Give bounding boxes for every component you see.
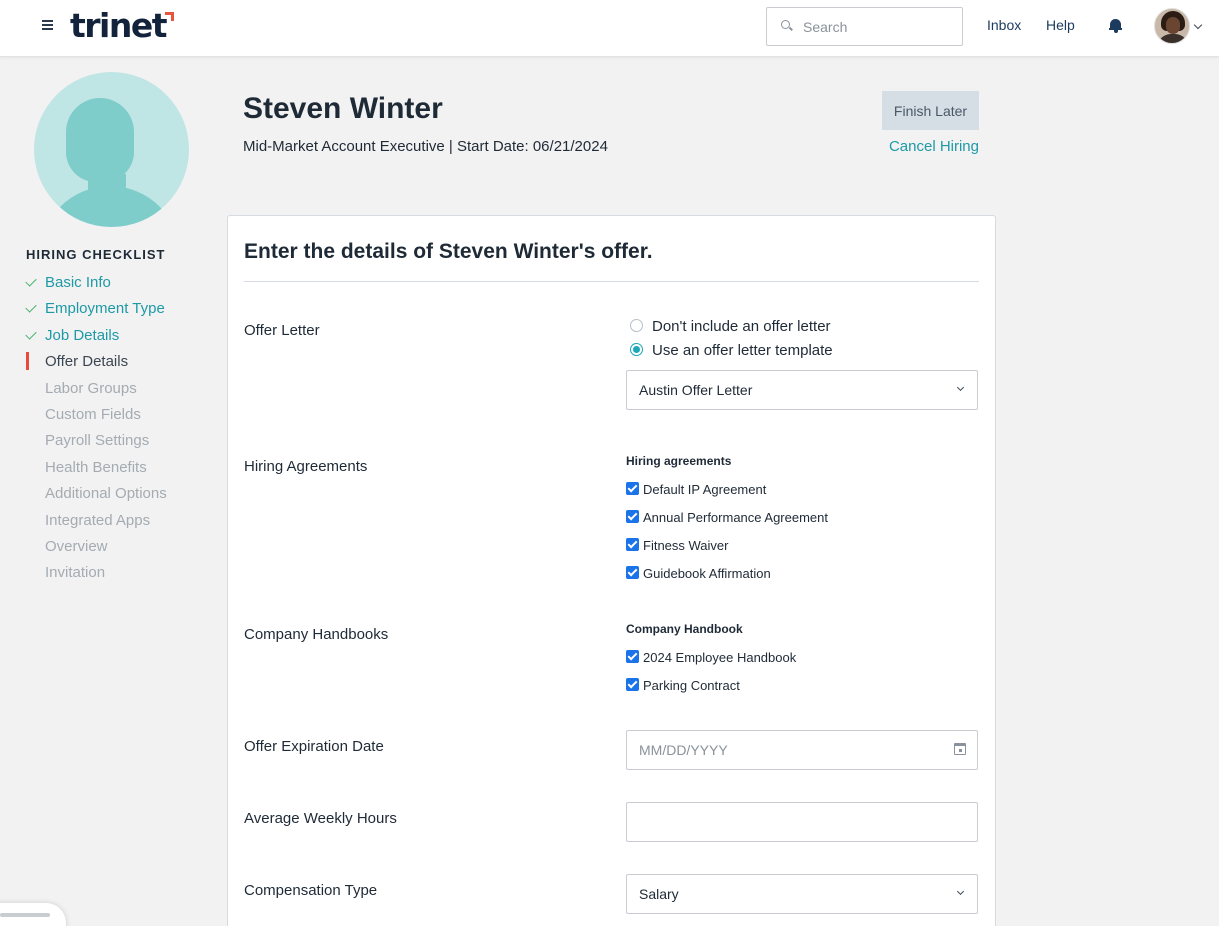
company-handbook-group-title: Company Handbook xyxy=(626,622,743,636)
checklist-item-label: Integrated Apps xyxy=(45,511,151,529)
checklist-item-label: Overview xyxy=(45,537,108,555)
chevron-down-icon xyxy=(956,887,965,896)
hiring-checklist: Basic Info Employment Type Job Details Offe… xyxy=(25,272,167,589)
select-value: Salary xyxy=(639,886,679,902)
chevron-down-icon xyxy=(956,383,965,392)
checkbox-guidebook-affirmation[interactable] xyxy=(626,566,639,579)
checklist-item-health-benefits[interactable]: Health Benefits xyxy=(26,457,167,483)
employee-subtitle: Mid-Market Account Executive | Start Dat… xyxy=(243,138,608,155)
checklist-item-payroll-settings[interactable]: Payroll Settings xyxy=(26,430,167,456)
checkbox-label[interactable]: Guidebook Affirmation xyxy=(643,566,771,581)
chevron-down-icon[interactable] xyxy=(1193,20,1203,30)
checklist-item-labor-groups[interactable]: Labor Groups xyxy=(26,378,167,404)
checklist-item-additional-options[interactable]: Additional Options xyxy=(26,483,167,509)
employee-name: Steven Winter xyxy=(243,92,443,125)
hamburger-menu-icon[interactable] xyxy=(42,16,58,36)
checkmark-icon xyxy=(25,328,37,340)
checklist-item-offer-details[interactable]: Offer Details xyxy=(26,351,167,377)
card-title: Enter the details of Steven Winter's off… xyxy=(244,240,653,263)
checklist-item-label: Basic Info xyxy=(45,274,111,291)
checklist-item-integrated-apps[interactable]: Integrated Apps xyxy=(26,510,167,536)
checklist-item-label: Additional Options xyxy=(45,485,167,503)
checklist-item-label: Employment Type xyxy=(45,300,165,318)
search-input[interactable] xyxy=(803,16,953,38)
offer-expiration-label: Offer Expiration Date xyxy=(244,738,384,755)
collapsed-panel-handle[interactable] xyxy=(0,903,66,926)
hiring-agreements-group-title: Hiring agreements xyxy=(626,454,732,468)
search-icon xyxy=(781,20,790,29)
checkmark-icon xyxy=(25,275,37,287)
offer-details-card: Enter the details of Steven Winter's off… xyxy=(227,215,996,926)
search-box[interactable] xyxy=(766,7,963,46)
checkbox-label[interactable]: Fitness Waiver xyxy=(643,538,728,553)
checkbox-label[interactable]: 2024 Employee Handbook xyxy=(643,650,796,665)
profile-placeholder-image xyxy=(34,72,189,227)
checkbox-label[interactable]: Parking Contract xyxy=(643,678,740,693)
checklist-item-label: Job Details xyxy=(45,326,120,344)
hiring-checklist-title: HIRING CHECKLIST xyxy=(26,247,166,262)
radio-use-template[interactable] xyxy=(630,343,643,356)
checkbox-label[interactable]: Annual Performance Agreement xyxy=(643,510,828,525)
checklist-item-label: Invitation xyxy=(45,564,106,582)
checklist-item-employment-type[interactable]: Employment Type xyxy=(25,298,167,324)
checkbox-annual-performance[interactable] xyxy=(626,510,639,523)
radio-use-template-label[interactable]: Use an offer letter template xyxy=(652,342,833,359)
inbox-link[interactable]: Inbox xyxy=(987,17,1021,33)
checkbox-default-ip[interactable] xyxy=(626,482,639,495)
checklist-item-label: Payroll Settings xyxy=(45,432,150,450)
weekly-hours-input[interactable] xyxy=(626,802,978,842)
radio-no-offer-letter-label[interactable]: Don't include an offer letter xyxy=(652,318,831,335)
checkbox-parking-contract[interactable] xyxy=(626,678,639,691)
checkbox-employee-handbook[interactable] xyxy=(626,650,639,663)
top-navigation-bar: trinet Inbox Help xyxy=(0,0,1219,57)
checkmark-icon xyxy=(25,301,37,314)
checklist-item-label: Custom Fields xyxy=(45,405,141,423)
logo-mark-icon xyxy=(165,12,174,21)
user-avatar[interactable] xyxy=(1154,8,1190,44)
trinet-logo[interactable]: trinet xyxy=(70,6,168,46)
offer-letter-label: Offer Letter xyxy=(244,322,320,339)
offer-letter-template-select[interactable]: Austin Offer Letter xyxy=(626,370,978,410)
checkbox-fitness-waiver[interactable] xyxy=(626,538,639,551)
company-handbooks-label: Company Handbooks xyxy=(244,626,389,643)
radio-no-offer-letter[interactable] xyxy=(630,319,643,332)
hiring-agreements-label: Hiring Agreements xyxy=(244,458,368,475)
compensation-type-select[interactable]: Salary xyxy=(626,874,978,914)
checklist-item-label: Labor Groups xyxy=(45,379,137,397)
divider xyxy=(244,281,979,282)
calendar-icon[interactable] xyxy=(954,743,966,755)
help-link[interactable]: Help xyxy=(1046,17,1075,33)
checklist-item-label: Health Benefits xyxy=(45,458,147,476)
checkbox-label[interactable]: Default IP Agreement xyxy=(643,482,766,497)
offer-expiration-date-input[interactable] xyxy=(626,730,978,770)
checklist-item-invitation[interactable]: Invitation xyxy=(26,562,167,588)
checklist-item-custom-fields[interactable]: Custom Fields xyxy=(26,404,167,430)
select-value: Austin Offer Letter xyxy=(639,382,753,398)
finish-later-button[interactable]: Finish Later xyxy=(882,91,979,130)
checklist-item-overview[interactable]: Overview xyxy=(26,536,167,562)
current-step-marker xyxy=(26,352,29,371)
compensation-type-label: Compensation Type xyxy=(244,882,378,899)
bell-icon[interactable] xyxy=(1109,17,1122,34)
weekly-hours-label: Average Weekly Hours xyxy=(244,810,397,827)
checklist-item-basic-info[interactable]: Basic Info xyxy=(25,272,167,298)
checklist-item-label: Offer Details xyxy=(45,353,129,371)
checklist-item-job-details[interactable]: Job Details xyxy=(25,325,167,351)
cancel-hiring-link[interactable]: Cancel Hiring xyxy=(880,138,979,155)
